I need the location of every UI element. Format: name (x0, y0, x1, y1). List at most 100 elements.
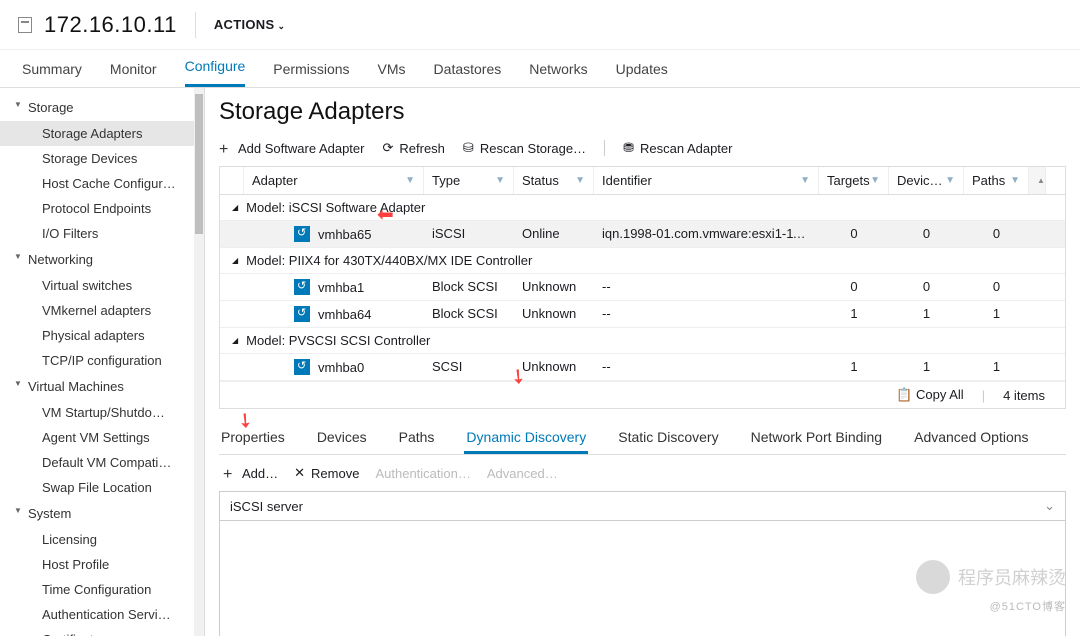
sidebar-item-time-config[interactable]: Time Configuration (0, 577, 204, 602)
sidebar-item-licensing[interactable]: Licensing (0, 527, 204, 552)
iscsi-header-label: iSCSI server (230, 499, 303, 514)
tab-datastores[interactable]: Datastores (434, 61, 502, 87)
sidebar-item-swap-file[interactable]: Swap File Location (0, 475, 204, 500)
chevron-down-icon[interactable]: ⌄ (1044, 498, 1055, 514)
filter-icon[interactable]: ▼ (405, 175, 415, 186)
remove-button: ✕ Remove (294, 465, 359, 481)
authentication-button: Authentication… (375, 466, 470, 481)
dtab-paths[interactable]: Paths (397, 423, 437, 454)
discovery-toolbar: Add… ✕ Remove Authentication… Advanced… (219, 455, 1066, 491)
plus-icon (219, 142, 232, 155)
th-devices[interactable]: Devic…▼ (889, 167, 964, 194)
sidebar-item-protocol-endpoints[interactable]: Protocol Endpoints (0, 196, 204, 221)
sidebar-group-vm[interactable]: Virtual Machines (0, 373, 204, 400)
tab-summary[interactable]: Summary (22, 61, 82, 87)
table-footer: 📋 Copy All | 4 items (220, 381, 1065, 408)
separator (604, 140, 605, 156)
scrollbar-thumb[interactable] (195, 94, 203, 234)
th-scroll: ▲ (1029, 167, 1046, 194)
adapters-table: Adapter▼ Type▼ Status▼ Identifier▼ Targe… (219, 166, 1066, 409)
rescan-storage-button[interactable]: ⛁Rescan Storage… (463, 140, 586, 156)
filter-icon[interactable]: ▼ (945, 175, 955, 186)
sidebar-item-host-cache[interactable]: Host Cache Configur… (0, 171, 204, 196)
dtab-devices[interactable]: Devices (315, 423, 369, 454)
th-identifier[interactable]: Identifier▼ (594, 167, 819, 194)
th-type[interactable]: Type▼ (424, 167, 514, 194)
filter-icon[interactable]: ▼ (495, 175, 505, 186)
dtab-dynamic-discovery[interactable]: Dynamic Discovery (464, 423, 588, 454)
sidebar-item-vmkernel[interactable]: VMkernel adapters (0, 298, 204, 323)
sidebar-item-vm-startup[interactable]: VM Startup/Shutdo… (0, 400, 204, 425)
th-expand (220, 167, 244, 194)
adapter-icon (294, 226, 310, 242)
sidebar-item-virtual-switches[interactable]: Virtual switches (0, 273, 204, 298)
sidebar-item-io-filters[interactable]: I/O Filters (0, 221, 204, 246)
tab-configure[interactable]: Configure (185, 58, 246, 87)
adapter-name: vmhba65 (318, 227, 371, 242)
refresh-button[interactable]: ⟳Refresh (382, 140, 444, 156)
tab-updates[interactable]: Updates (616, 61, 668, 87)
remove-icon: ✕ (294, 465, 305, 481)
actions-menu[interactable]: ACTIONS⌄ (214, 17, 285, 32)
filter-icon[interactable]: ▼ (800, 175, 810, 186)
iscsi-server-header[interactable]: iSCSI server ⌄ (219, 491, 1066, 521)
sidebar-item-tcpip[interactable]: TCP/IP configuration (0, 348, 204, 373)
sidebar-group-system[interactable]: System (0, 500, 204, 527)
adapter-name: vmhba1 (318, 280, 364, 295)
sidebar-scrollbar[interactable] (194, 88, 204, 636)
primary-tabs: Summary Monitor Configure Permissions VM… (0, 50, 1080, 88)
add-iscsi-button[interactable]: Add… (223, 466, 278, 481)
table-row[interactable]: vmhba0 SCSI Unknown -- 1 1 1 (220, 354, 1065, 381)
tab-permissions[interactable]: Permissions (273, 61, 349, 87)
sidebar-group-storage[interactable]: Storage (0, 94, 204, 121)
sidebar-item-default-compat[interactable]: Default VM Compati… (0, 450, 204, 475)
table-row[interactable]: vmhba1 Block SCSI Unknown -- 0 0 0 (220, 274, 1065, 301)
sidebar-item-certificate[interactable]: Certificate (0, 627, 204, 636)
top-bar: 172.16.10.11 ACTIONS⌄ (0, 0, 1080, 50)
dtab-advanced-options[interactable]: Advanced Options (912, 423, 1030, 454)
copy-all-button[interactable]: 📋 Copy All (896, 387, 964, 403)
tab-monitor[interactable]: Monitor (110, 61, 157, 87)
dtab-static-discovery[interactable]: Static Discovery (616, 423, 720, 454)
sidebar-item-host-profile[interactable]: Host Profile (0, 552, 204, 577)
group-row[interactable]: ◢Model: PIIX4 for 430TX/440BX/MX IDE Con… (220, 248, 1065, 274)
sidebar-item-physical-adapters[interactable]: Physical adapters (0, 323, 204, 348)
group-row[interactable]: ◢Model: PVSCSI SCSI Controller (220, 328, 1065, 354)
wechat-icon (916, 560, 950, 594)
filter-icon[interactable]: ▼ (1010, 175, 1020, 186)
sidebar-item-agent-vm[interactable]: Agent VM Settings (0, 425, 204, 450)
rescan-adapter-button[interactable]: ⛃ Rescan Adapter (623, 140, 732, 156)
rescan-adapter-label: Rescan Adapter (640, 141, 733, 156)
filter-icon[interactable]: ▼ (870, 175, 880, 186)
rescan-storage-icon: ⛁ (463, 140, 474, 156)
sidebar-item-storage-adapters[interactable]: Storage Adapters (0, 121, 204, 146)
adapter-name: vmhba64 (318, 307, 371, 322)
table-header: Adapter▼ Type▼ Status▼ Identifier▼ Targe… (220, 167, 1065, 195)
adapter-icon (294, 279, 310, 295)
adapter-name: vmhba0 (318, 360, 364, 375)
table-row[interactable]: vmhba65 iSCSI Online iqn.1998-01.com.vmw… (220, 221, 1065, 248)
group-row[interactable]: ◢Model: iSCSI Software Adapter (220, 195, 1065, 221)
th-paths[interactable]: Paths▼ (964, 167, 1029, 194)
th-targets[interactable]: Targets▼ (819, 167, 889, 194)
advanced-button: Advanced… (487, 466, 558, 481)
sidebar-group-networking[interactable]: Networking (0, 246, 204, 273)
th-status[interactable]: Status▼ (514, 167, 594, 194)
add-software-adapter-button[interactable]: Add Software Adapter (219, 141, 364, 156)
dtab-properties[interactable]: Properties (219, 423, 287, 454)
rescan-adapter-icon: ⛃ (623, 140, 634, 156)
chevron-down-icon: ⌄ (277, 21, 285, 31)
filter-icon[interactable]: ▼ (575, 175, 585, 186)
tab-networks[interactable]: Networks (529, 61, 587, 87)
table-row[interactable]: vmhba64 Block SCSI Unknown -- 1 1 1 (220, 301, 1065, 328)
collapse-icon: ◢ (232, 256, 238, 265)
th-adapter[interactable]: Adapter▼ (244, 167, 424, 194)
adapter-icon (294, 359, 310, 375)
tab-vms[interactable]: VMs (378, 61, 406, 87)
sidebar-item-storage-devices[interactable]: Storage Devices (0, 146, 204, 171)
adapter-icon (294, 306, 310, 322)
dtab-network-port-binding[interactable]: Network Port Binding (749, 423, 885, 454)
sidebar: Storage Storage Adapters Storage Devices… (0, 88, 205, 636)
collapse-icon: ◢ (232, 336, 238, 345)
sidebar-item-auth-services[interactable]: Authentication Servi… (0, 602, 204, 627)
